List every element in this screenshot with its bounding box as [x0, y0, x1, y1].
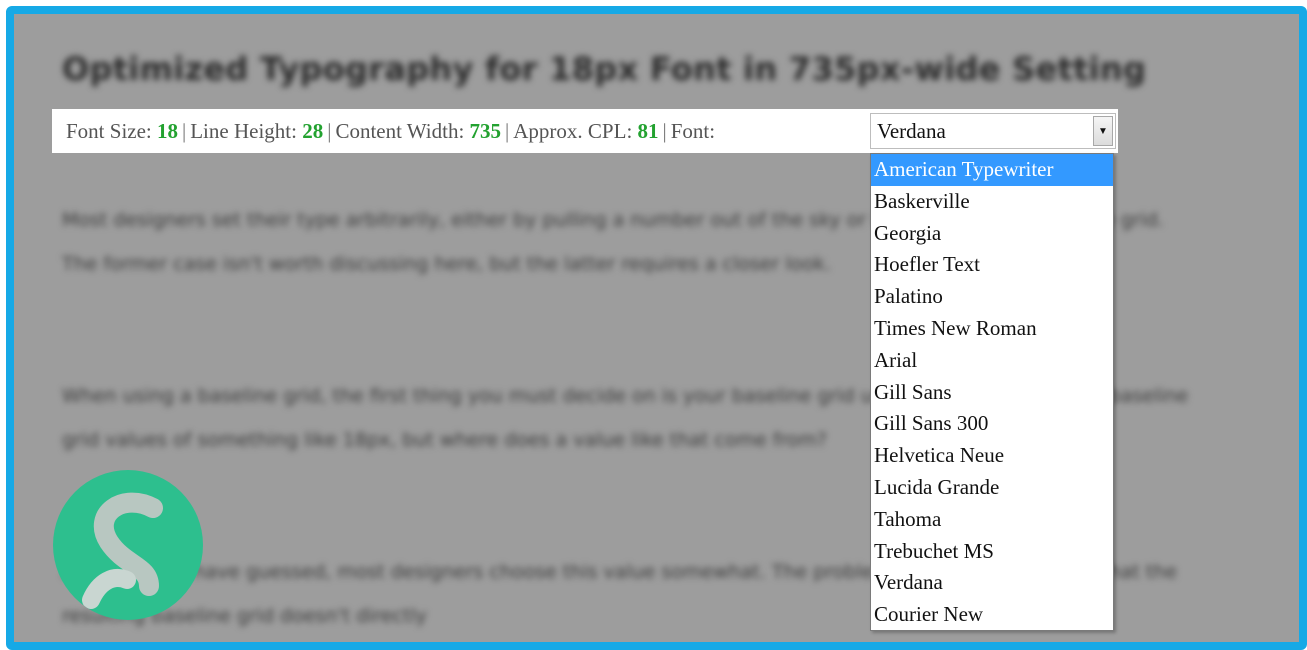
font-option-courier-new[interactable]: Courier New [871, 599, 1113, 631]
font-option-gill-sans[interactable]: Gill Sans [871, 377, 1113, 409]
font-option-tahoma[interactable]: Tahoma [871, 504, 1113, 536]
font-option-times-new-roman[interactable]: Times New Roman [871, 313, 1113, 345]
separator: | [182, 118, 187, 143]
page-title: Optimized Typography for 18px Font in 73… [62, 50, 1147, 88]
s-logo-graphic [82, 492, 163, 609]
font-option-gill-sans-300[interactable]: Gill Sans 300 [871, 408, 1113, 440]
font-option-arial[interactable]: Arial [871, 345, 1113, 377]
font-select[interactable]: Verdana ▼ [870, 113, 1116, 149]
screenshot-frame: Optimized Typography for 18px Font in 73… [6, 6, 1307, 650]
font-option-palatino[interactable]: Palatino [871, 281, 1113, 313]
triangle-down-icon[interactable]: ▼ [1093, 116, 1113, 146]
line-height-value: 28 [302, 118, 324, 143]
cpl-label: Approx. CPL: [513, 118, 633, 143]
separator: | [327, 118, 332, 143]
font-dropdown-list: American Typewriter Baskerville Georgia … [870, 153, 1114, 631]
font-size-label: Font Size: [66, 118, 152, 143]
separator: | [505, 118, 510, 143]
font-select-value: Verdana [877, 119, 946, 143]
content-width-value: 735 [469, 118, 502, 143]
line-height-label: Line Height: [190, 118, 297, 143]
font-option-hoefler-text[interactable]: Hoefler Text [871, 249, 1113, 281]
font-label: Font: [670, 118, 716, 143]
font-option-helvetica-neue[interactable]: Helvetica Neue [871, 440, 1113, 472]
separator: | [662, 118, 667, 143]
font-option-trebuchet-ms[interactable]: Trebuchet MS [871, 536, 1113, 568]
s-logo-icon [53, 470, 203, 620]
font-option-georgia[interactable]: Georgia [871, 218, 1113, 250]
typography-toolbar: Font Size: 18 | Line Height: 28 | Conten… [52, 109, 1118, 153]
cpl-value: 81 [637, 118, 659, 143]
font-option-verdana[interactable]: Verdana [871, 567, 1113, 599]
font-size-value: 18 [157, 118, 179, 143]
content-width-label: Content Width: [335, 118, 465, 143]
font-option-lucida-grande[interactable]: Lucida Grande [871, 472, 1113, 504]
font-option-american-typewriter[interactable]: American Typewriter [871, 154, 1113, 186]
font-option-baskerville[interactable]: Baskerville [871, 186, 1113, 218]
